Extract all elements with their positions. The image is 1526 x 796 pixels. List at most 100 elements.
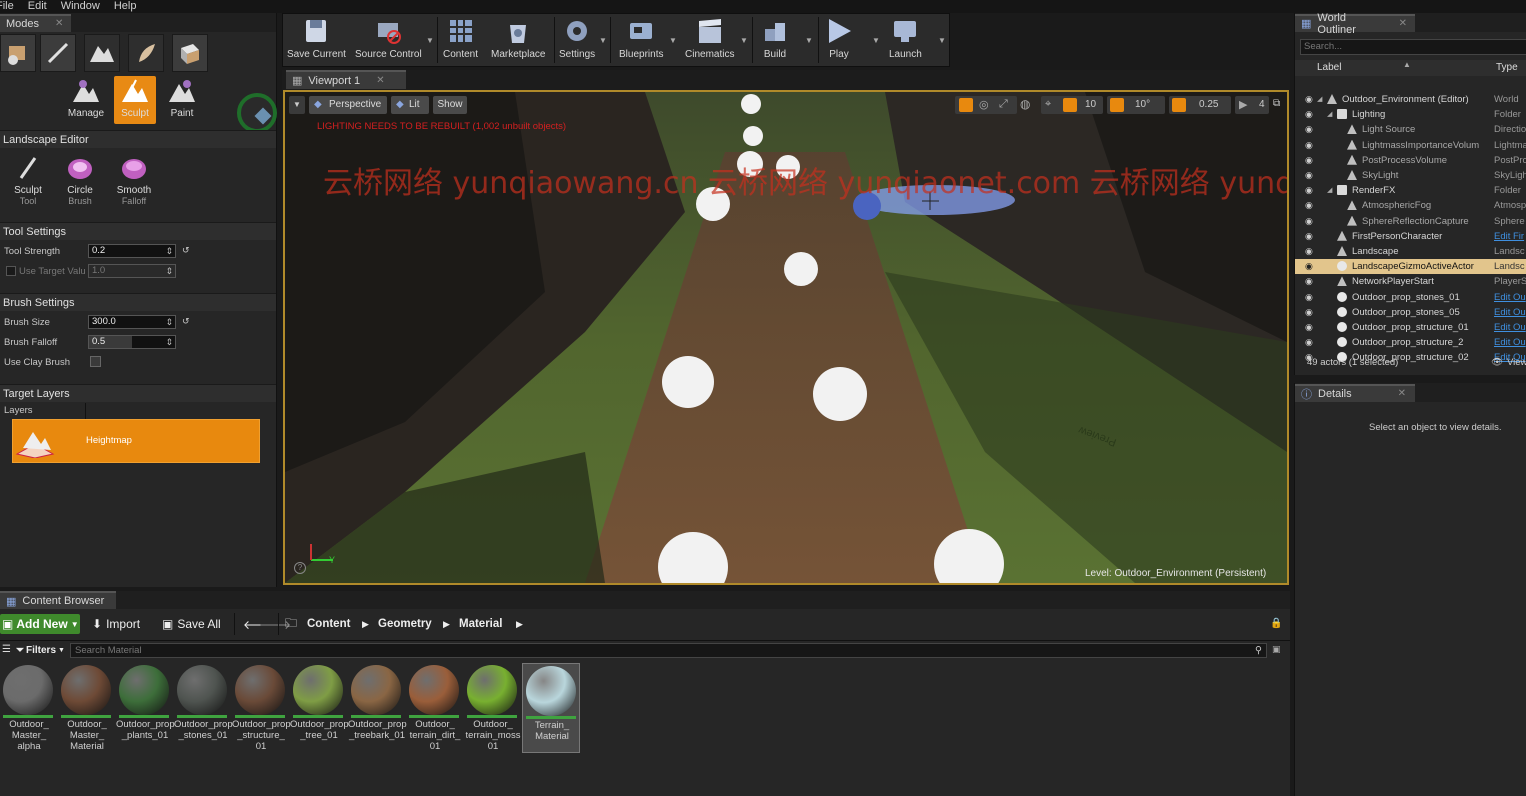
visibility-eye-icon[interactable]: ◉ bbox=[1305, 214, 1313, 229]
breadcrumb-arrow-icon[interactable]: ▶ bbox=[362, 615, 369, 633]
build-button[interactable]: Build bbox=[761, 17, 789, 65]
visibility-eye-icon[interactable]: ◉ bbox=[1305, 138, 1313, 153]
outliner-row[interactable]: ◉ Light Source Directio bbox=[1295, 122, 1526, 137]
visibility-eye-icon[interactable]: ◉ bbox=[1305, 107, 1313, 122]
play-button[interactable]: Play bbox=[825, 17, 853, 65]
paint-mode-icon[interactable] bbox=[40, 34, 76, 72]
chevron-down-icon[interactable]: ▼ bbox=[740, 36, 748, 45]
brush-size-field[interactable]: 300.0 ⇕ bbox=[88, 315, 176, 329]
visibility-eye-icon[interactable]: ◉ bbox=[1305, 168, 1313, 183]
search-icon[interactable]: ⚲ bbox=[1255, 644, 1262, 657]
chevron-down-icon[interactable]: ▼ bbox=[872, 36, 880, 45]
outliner-row[interactable]: ◉ PostProcessVolume PostPro bbox=[1295, 153, 1526, 168]
content-search-input[interactable]: Search Material ⚲ bbox=[70, 643, 1267, 658]
visibility-eye-icon[interactable]: ◉ bbox=[1305, 320, 1313, 335]
save-current-button[interactable]: Save Current bbox=[287, 17, 346, 65]
lit-button[interactable]: ◆ Lit bbox=[391, 96, 429, 114]
world-local-icon[interactable]: ◍ bbox=[1020, 97, 1030, 111]
world-outliner-tab[interactable]: ▦ World Outliner ✕ bbox=[1295, 12, 1415, 36]
show-button[interactable]: Show bbox=[433, 96, 467, 114]
outliner-row-type[interactable]: Edit Ou bbox=[1494, 320, 1526, 335]
outliner-row[interactable]: ◉ ◢ RenderFX Folder bbox=[1295, 183, 1526, 198]
scale-value[interactable]: 0.25 bbox=[1199, 99, 1218, 110]
landscape-mode-icon[interactable] bbox=[84, 34, 120, 72]
breadcrumb-arrow-icon[interactable]: ▶ bbox=[443, 615, 450, 633]
content-browser-tab[interactable]: ▦ Content Browser bbox=[0, 591, 116, 609]
chevron-down-icon[interactable]: ▼ bbox=[599, 36, 607, 45]
save-search-icon[interactable]: ▣ bbox=[1272, 644, 1281, 655]
outliner-row-type[interactable]: Edit Ou bbox=[1494, 290, 1526, 305]
visibility-eye-icon[interactable]: ◉ bbox=[1305, 274, 1313, 289]
content-button[interactable]: Content bbox=[443, 17, 478, 65]
heightmap-layer[interactable]: Heightmap bbox=[12, 419, 260, 463]
reset-icon[interactable]: ↺ bbox=[182, 245, 190, 256]
rotate-icon[interactable]: ◎ bbox=[979, 98, 989, 111]
launch-button[interactable]: Launch bbox=[889, 17, 922, 65]
menu-file[interactable]: File bbox=[0, 0, 14, 13]
outliner-row[interactable]: ◉ Outdoor_prop_stones_05 Edit Ou bbox=[1295, 305, 1526, 320]
save-all-button[interactable]: ▣ Save All bbox=[162, 615, 221, 633]
asset-tile[interactable]: Outdoor_ Master_ Material bbox=[58, 663, 116, 753]
cinematics-button[interactable]: Cinematics bbox=[685, 17, 734, 65]
menu-edit[interactable]: Edit bbox=[28, 0, 47, 13]
import-button[interactable]: ⬇ Import bbox=[92, 615, 140, 633]
geometry-mode-icon[interactable] bbox=[172, 34, 208, 72]
expand-arrow-icon[interactable]: ◢ bbox=[1327, 183, 1332, 198]
surface-snap-icon[interactable]: ⌖ bbox=[1045, 98, 1051, 111]
close-icon[interactable]: ✕ bbox=[1398, 388, 1406, 399]
modes-tab[interactable]: Modes ✕ bbox=[0, 13, 72, 32]
outliner-row[interactable]: ◉ Outdoor_prop_stones_01 Edit Ou bbox=[1295, 290, 1526, 305]
outliner-row[interactable]: ◉ SkyLight SkyLigh bbox=[1295, 168, 1526, 183]
chevron-down-icon[interactable]: ▼ bbox=[426, 36, 434, 45]
manage-tool-button[interactable]: Manage bbox=[64, 76, 108, 124]
grid-snap-icon[interactable] bbox=[1063, 98, 1077, 112]
asset-tile[interactable]: Outdoor_ terrain_dirt_ 01 bbox=[406, 663, 464, 753]
blueprints-button[interactable]: Blueprints bbox=[619, 17, 663, 65]
outliner-row[interactable]: ◉ AtmosphericFog Atmosp bbox=[1295, 198, 1526, 213]
menu-help[interactable]: Help bbox=[114, 0, 137, 13]
asset-tile[interactable]: Outdoor_ terrain_moss 01 bbox=[464, 663, 522, 753]
outliner-row[interactable]: ◉ LightmassImportanceVolum Lightma bbox=[1295, 138, 1526, 153]
add-new-button[interactable]: ▣ Add New ▼ bbox=[0, 614, 80, 634]
chevron-down-icon[interactable]: ▼ bbox=[669, 36, 677, 45]
perspective-button[interactable]: ◆ Perspective bbox=[309, 96, 387, 114]
visibility-eye-icon[interactable]: ◉ bbox=[1305, 183, 1313, 198]
brush-falloff-slider[interactable]: 0.5 ⇕ bbox=[88, 335, 176, 349]
filters-button[interactable]: ⏷ Filters ▼ bbox=[16, 643, 65, 657]
use-target-checkbox[interactable] bbox=[6, 266, 16, 276]
tool-strength-field[interactable]: 0.2 ⇕ bbox=[88, 244, 176, 258]
visibility-eye-icon[interactable]: ◉ bbox=[1305, 198, 1313, 213]
asset-tile[interactable]: Terrain_ Material bbox=[522, 663, 580, 753]
sources-toggle-icon[interactable]: ☰ bbox=[2, 644, 11, 655]
viewport[interactable]: 云桥网络 yunqiaowang.cn 云桥网络 yunqiaonet.com … bbox=[283, 90, 1289, 585]
outliner-row[interactable]: ◉ NetworkPlayerStart PlayerS bbox=[1295, 274, 1526, 289]
clay-brush-checkbox[interactable] bbox=[90, 356, 101, 367]
asset-tile[interactable]: Outdoor_ Master_ alpha bbox=[0, 663, 58, 753]
asset-tile[interactable]: Outdoor_prop _plants_01 bbox=[116, 663, 175, 753]
scale-snap-icon[interactable] bbox=[1172, 98, 1186, 112]
grid-value[interactable]: 10 bbox=[1085, 99, 1096, 110]
sculpt-tool-selector[interactable]: Sculpt Tool bbox=[6, 156, 50, 206]
label-column[interactable]: Label bbox=[1317, 62, 1341, 73]
smooth-falloff-selector[interactable]: Smooth Falloff bbox=[112, 156, 156, 206]
paint-tool-button[interactable]: Paint bbox=[160, 76, 204, 124]
place-mode-icon[interactable] bbox=[0, 34, 36, 72]
asset-tile[interactable]: Outdoor_prop _treebark_01 bbox=[348, 663, 407, 753]
close-icon[interactable]: ✕ bbox=[55, 18, 63, 29]
outliner-row[interactable]: ◉ Landscape Landsc bbox=[1295, 244, 1526, 259]
view-options-button[interactable]: View bbox=[1507, 353, 1526, 373]
maximize-icon[interactable]: ⧉ bbox=[1273, 98, 1280, 109]
outliner-row[interactable]: ◉ FirstPersonCharacter Edit Fir bbox=[1295, 229, 1526, 244]
rotation-snap-icon[interactable] bbox=[1110, 98, 1124, 112]
reset-icon[interactable]: ↺ bbox=[182, 316, 190, 327]
eye-icon[interactable]: 👁 bbox=[1491, 353, 1503, 373]
translate-icon[interactable] bbox=[959, 98, 973, 112]
scale-icon[interactable]: ⤢ bbox=[999, 98, 1008, 111]
outliner-search-input[interactable]: Search... bbox=[1300, 39, 1526, 55]
type-column[interactable]: Type bbox=[1496, 62, 1518, 73]
visibility-eye-icon[interactable]: ◉ bbox=[1305, 92, 1313, 107]
visibility-eye-icon[interactable]: ◉ bbox=[1305, 244, 1313, 259]
outliner-row[interactable]: ◉ LandscapeGizmoActiveActor Landsc bbox=[1295, 259, 1526, 275]
breadcrumb-geometry[interactable]: Geometry bbox=[378, 615, 432, 633]
settings-button[interactable]: Settings bbox=[559, 17, 595, 65]
